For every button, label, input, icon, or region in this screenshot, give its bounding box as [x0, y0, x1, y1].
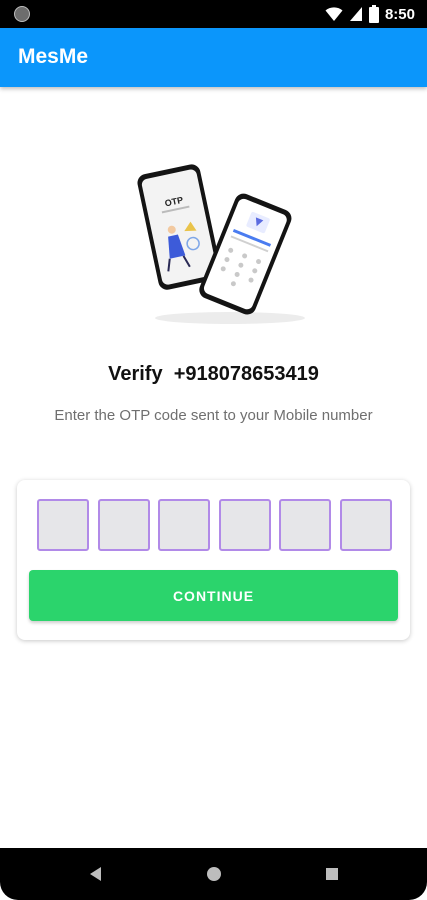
otp-input-group — [37, 499, 392, 554]
signal-icon — [349, 7, 362, 21]
otp-instruction: Enter the OTP code sent to your Mobile n… — [54, 407, 373, 424]
status-icons: 8:50 — [325, 4, 415, 24]
otp-digit-6[interactable] — [339, 499, 392, 551]
recents-square-icon[interactable] — [322, 864, 342, 884]
status-time: 8:50 — [384, 5, 415, 23]
otp-digit-4[interactable] — [218, 499, 271, 551]
verify-label: Verify — [108, 363, 163, 385]
otp-digit-1[interactable] — [37, 499, 89, 551]
battery-icon — [368, 5, 379, 23]
app-bar: MesMe — [0, 28, 427, 87]
verify-heading: Verify +918078653419 — [0, 363, 427, 386]
otp-digit-3[interactable] — [158, 499, 211, 551]
back-triangle-icon[interactable] — [86, 864, 106, 884]
app-title: MesMe — [18, 45, 89, 68]
continue-button[interactable]: CONTINUE — [29, 570, 398, 621]
notification-dot-icon — [14, 6, 30, 22]
wifi-icon — [325, 7, 343, 21]
home-circle-icon[interactable] — [204, 864, 224, 884]
otp-phones-illustration: OTP — [137, 164, 305, 324]
verify-phone-number: +918078653419 — [173, 363, 319, 385]
otp-card: CONTINUE — [17, 480, 410, 640]
otp-digit-2[interactable] — [97, 499, 150, 551]
status-bar: 8:50 — [0, 0, 427, 28]
system-nav-bar — [0, 848, 427, 900]
otp-digit-5[interactable] — [279, 499, 332, 551]
